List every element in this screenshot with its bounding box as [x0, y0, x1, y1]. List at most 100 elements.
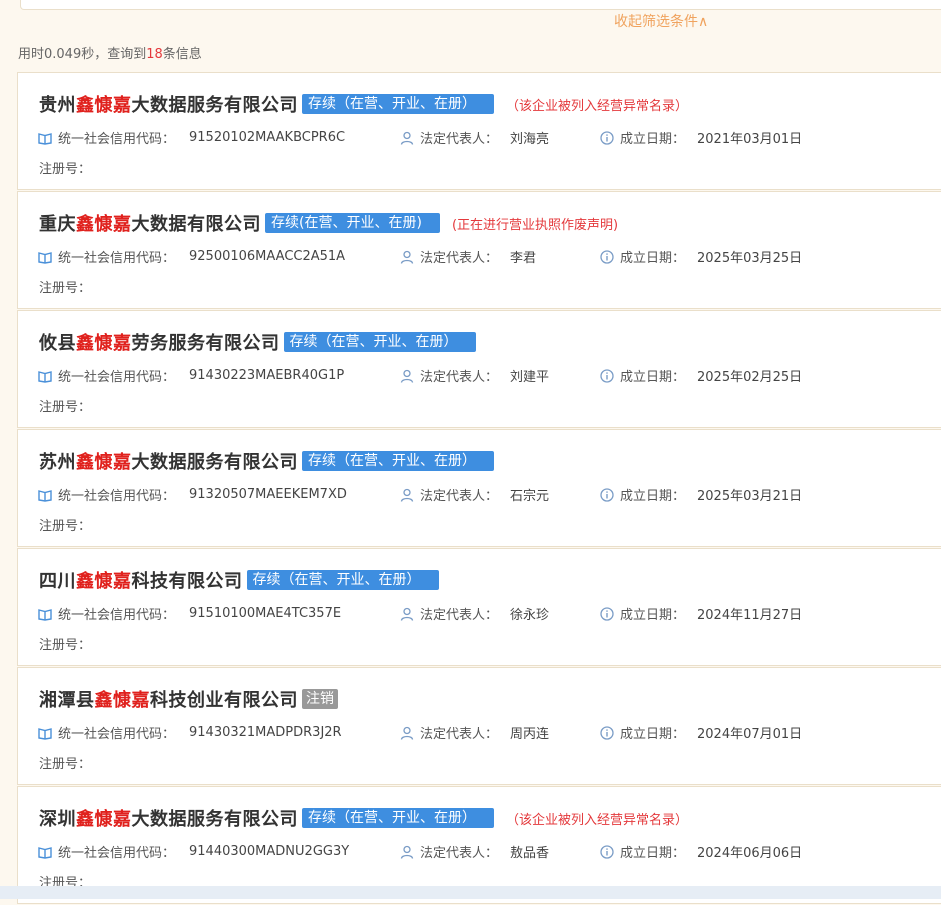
filter-panel [20, 0, 941, 10]
company-name-prefix: 湘潭县 [39, 690, 95, 711]
credit-code-label: 统一社会信用代码： [58, 489, 176, 504]
card-title-row: 四川鑫慷嘉科技有限公司 存续（在营、开业、在册） [39, 567, 451, 593]
reg-no-row: 注册号： [39, 753, 91, 772]
company-name-suffix: 大数据服务有限公司 [131, 95, 298, 116]
legal-rep-value[interactable]: 刘海亮 [510, 128, 549, 147]
company-name-link[interactable]: 四川鑫慷嘉科技有限公司 [39, 567, 243, 593]
reg-no-row: 注册号： [39, 158, 91, 177]
info-icon [600, 844, 614, 859]
card-meta-row: 统一社会信用代码： 91430321MADPDR3J2R 法定代表人： 周丙连 … [38, 723, 802, 742]
status-badge: 存续（在营、开业、在册） [283, 332, 476, 352]
person-icon [400, 726, 414, 740]
status-badge: 存续(在营、开业、在册) [265, 213, 440, 233]
company-name-link[interactable]: 湘潭县鑫慷嘉科技创业有限公司 [39, 686, 298, 712]
info-icon [600, 606, 614, 621]
result-card: 四川鑫慷嘉科技有限公司 存续（在营、开业、在册） 统一社会信用代码： 91510… [17, 548, 941, 666]
legal-rep-value[interactable]: 敖品香 [510, 842, 549, 861]
book-icon [38, 846, 52, 859]
legal-rep-group: 法定代表人： 敖品香 [400, 842, 600, 861]
info-icon [600, 249, 614, 264]
company-name-suffix: 大数据服务有限公司 [131, 809, 298, 830]
founded-value: 2024年07月01日 [697, 727, 803, 742]
person-icon [400, 131, 414, 145]
legal-rep-label: 法定代表人： [420, 608, 499, 623]
company-name-highlight: 鑫慷嘉 [76, 452, 132, 473]
result-summary: 用时0.049秒，查询到18条信息 [18, 43, 202, 62]
company-name-link[interactable]: 重庆鑫慷嘉大数据有限公司 [39, 210, 261, 236]
horizontal-scrollbar[interactable] [0, 886, 941, 899]
result-count: 18 [146, 47, 163, 62]
legal-rep-label: 法定代表人： [420, 132, 499, 147]
credit-code-label: 统一社会信用代码： [58, 727, 176, 742]
company-name-link[interactable]: 苏州鑫慷嘉大数据服务有限公司 [39, 448, 298, 474]
collapse-filters-link[interactable]: 收起筛选条件∧ [614, 11, 708, 31]
credit-code-value: 91440300MADNU2GG3Y [189, 844, 350, 859]
founded-label: 成立日期： [620, 727, 686, 742]
reg-no-label: 注册号： [39, 638, 92, 653]
credit-code-label: 统一社会信用代码： [58, 132, 176, 147]
legal-rep-value[interactable]: 刘建平 [510, 366, 549, 385]
legal-rep-value[interactable]: 石宗元 [510, 485, 549, 504]
card-meta-row: 统一社会信用代码： 91430223MAEBR40G1P 法定代表人： 刘建平 … [38, 366, 802, 385]
card-title-row: 攸县鑫慷嘉劳务服务有限公司 存续（在营、开业、在册） [39, 329, 488, 355]
reg-no-row: 注册号： [39, 396, 91, 415]
founded-label: 成立日期： [620, 251, 686, 266]
company-name-link[interactable]: 贵州鑫慷嘉大数据服务有限公司 [39, 91, 298, 117]
legal-rep-label: 法定代表人： [420, 251, 499, 266]
credit-code-group: 统一社会信用代码： 92500106MAACC2A51A [38, 247, 400, 266]
person-icon [400, 250, 414, 264]
status-badge: 存续（在营、开业、在册） [302, 94, 494, 114]
legal-rep-value[interactable]: 李君 [510, 247, 536, 266]
card-meta-row: 统一社会信用代码： 91520102MAAKBCPR6C 法定代表人： 刘海亮 … [38, 128, 802, 147]
results-list: 贵州鑫慷嘉大数据服务有限公司 存续（在营、开业、在册） （该企业被列入经营异常名… [17, 72, 941, 905]
card-meta-row: 统一社会信用代码： 92500106MAACC2A51A 法定代表人： 李君 成… [38, 247, 802, 266]
status-note: （该企业被列入经营异常名录） [506, 98, 689, 114]
credit-code-value: 92500106MAACC2A51A [189, 249, 346, 264]
company-name-highlight: 鑫慷嘉 [76, 95, 132, 116]
founded-value: 2024年06月06日 [697, 846, 803, 861]
result-card: 湘潭县鑫慷嘉科技创业有限公司 注销 统一社会信用代码： 91430321MADP… [17, 667, 941, 785]
legal-rep-group: 法定代表人： 刘海亮 [400, 128, 600, 147]
card-title-row: 贵州鑫慷嘉大数据服务有限公司 存续（在营、开业、在册） （该企业被列入经营异常名… [39, 91, 688, 117]
legal-rep-value[interactable]: 周丙连 [510, 723, 549, 742]
card-meta-row: 统一社会信用代码： 91320507MAEEKEM7XD 法定代表人： 石宗元 … [38, 485, 802, 504]
founded-label: 成立日期： [620, 608, 686, 623]
status-badge: 注销 [302, 689, 338, 709]
legal-rep-label: 法定代表人： [420, 846, 499, 861]
company-name-suffix: 科技创业有限公司 [150, 690, 298, 711]
legal-rep-value[interactable]: 徐永珍 [510, 604, 549, 623]
info-icon [600, 725, 614, 740]
result-card: 贵州鑫慷嘉大数据服务有限公司 存续（在营、开业、在册） （该企业被列入经营异常名… [17, 72, 941, 190]
credit-code-value: 91520102MAAKBCPR6C [189, 130, 346, 145]
book-icon [38, 727, 52, 740]
credit-code-group: 统一社会信用代码： 91430223MAEBR40G1P [38, 366, 400, 385]
result-card: 重庆鑫慷嘉大数据有限公司 存续(在营、开业、在册) (正在进行营业执照作废声明)… [17, 191, 941, 309]
card-title-row: 重庆鑫慷嘉大数据有限公司 存续(在营、开业、在册) (正在进行营业执照作废声明) [39, 210, 618, 236]
person-icon [400, 488, 414, 502]
company-name-prefix: 四川 [39, 571, 76, 592]
info-icon [600, 487, 614, 502]
credit-code-value: 91510100MAE4TC357E [189, 606, 342, 621]
company-name-prefix: 贵州 [39, 95, 76, 116]
company-name-prefix: 重庆 [39, 214, 76, 235]
legal-rep-group: 法定代表人： 周丙连 [400, 723, 600, 742]
person-icon [400, 845, 414, 859]
reg-no-label: 注册号： [39, 162, 92, 177]
legal-rep-group: 法定代表人： 徐永珍 [400, 604, 600, 623]
info-icon [600, 368, 614, 383]
reg-no-label: 注册号： [39, 757, 92, 772]
reg-no-label: 注册号： [39, 519, 92, 534]
status-note: (正在进行营业执照作废声明) [451, 217, 619, 233]
founded-label: 成立日期： [620, 489, 686, 504]
person-icon [400, 607, 414, 621]
company-name-highlight: 鑫慷嘉 [76, 333, 132, 354]
book-icon [38, 489, 52, 502]
company-name-link[interactable]: 攸县鑫慷嘉劳务服务有限公司 [39, 329, 280, 355]
card-title-row: 苏州鑫慷嘉大数据服务有限公司 存续（在营、开业、在册） [39, 448, 506, 474]
legal-rep-label: 法定代表人： [420, 370, 499, 385]
legal-rep-label: 法定代表人： [420, 489, 499, 504]
founded-value: 2025年02月25日 [697, 370, 803, 385]
company-name-link[interactable]: 深圳鑫慷嘉大数据服务有限公司 [39, 805, 298, 831]
credit-code-value: 91430321MADPDR3J2R [189, 725, 342, 740]
legal-rep-group: 法定代表人： 刘建平 [400, 366, 600, 385]
